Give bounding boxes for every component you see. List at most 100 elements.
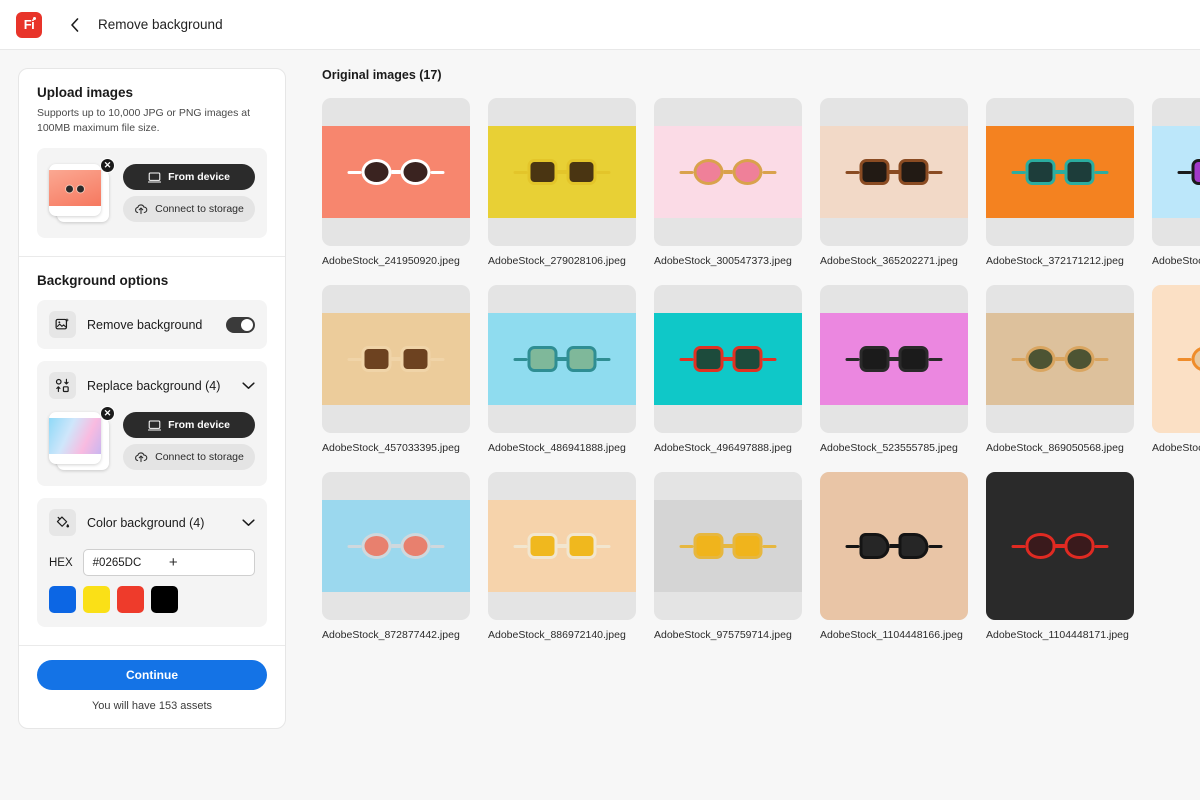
hex-input[interactable]: #0265DC + [83,549,255,576]
image-photo [1152,126,1200,218]
image-thumbnail[interactable] [1152,98,1200,246]
color-swatch-0[interactable] [49,586,76,613]
thumbnail-preview [49,170,101,206]
image-filename: AdobeStock_457033395.jpeg [322,442,470,454]
continue-button[interactable]: Continue [37,660,267,690]
remove-background-row[interactable]: Remove background [37,300,267,349]
monitor-icon [148,172,161,183]
image-filename: AdobeStock_872877442.jpeg [322,629,470,641]
sunglasses-illustration [680,533,777,559]
image-cell: AdobeStock_886972140.jpeg [488,472,636,641]
background-options-title: Background options [37,273,267,288]
replace-background-chevron[interactable] [242,377,255,395]
image-photo [654,313,802,405]
from-device-button[interactable]: From device [123,164,255,190]
sunglasses-illustration [1012,533,1109,559]
image-filename: AdobeStock_300547373.jpeg [654,255,802,267]
image-cell: AdobeStock_457033395.jpeg [322,285,470,454]
replace-background-label: Replace background (4) [87,379,231,393]
image-thumbnail[interactable] [820,472,968,620]
uploaded-image-thumbnail[interactable]: ✕ [49,162,111,224]
firefly-logo-text: Fi [24,17,35,32]
image-photo [322,313,470,405]
image-thumbnail[interactable] [654,98,802,246]
image-filename: AdobeStock_393437654.jpeg [1152,255,1200,267]
image-thumbnail[interactable] [820,98,968,246]
image-thumbnail[interactable] [986,472,1134,620]
image-filename: AdobeStock_871234567.jpeg [1152,442,1200,454]
image-thumbnail[interactable] [322,98,470,246]
replacement-preview [49,418,101,454]
replace-background-option: Replace background (4) ✕ [37,361,267,486]
image-sparkle-icon [49,311,76,338]
image-thumbnail[interactable] [1152,285,1200,433]
image-cell: AdobeStock_372171212.jpeg [986,98,1134,267]
remove-background-toggle[interactable] [226,317,255,333]
image-thumbnail[interactable] [654,285,802,433]
color-background-option: Color background (4) HEX #0265DC + [37,498,267,627]
remove-background-option: Remove background [37,300,267,349]
color-background-chevron[interactable] [242,514,255,532]
upload-images-subtitle: Supports up to 10,000 JPG or PNG images … [37,106,267,136]
back-button[interactable] [64,15,84,35]
image-thumbnail[interactable] [986,98,1134,246]
replacement-image-thumbnail[interactable]: ✕ [49,410,111,472]
page-title: Remove background [98,17,223,32]
image-filename: AdobeStock_523555785.jpeg [820,442,968,454]
top-bar: Fi Remove background [0,0,1200,50]
connect-to-storage-button[interactable]: Connect to storage [123,196,255,222]
image-photo [488,126,636,218]
sunglasses-illustration [514,346,611,372]
image-thumbnail[interactable] [488,285,636,433]
sunglasses-illustration [846,346,943,372]
image-thumbnail[interactable] [986,285,1134,433]
add-color-button[interactable]: + [169,555,245,570]
color-swatch-2[interactable] [117,586,144,613]
image-photo [654,126,802,218]
upload-drop-zone[interactable]: ✕ From device [37,148,267,238]
replace-from-device-button[interactable]: From device [123,412,255,438]
upload-buttons: From device Connect to storage [123,164,255,222]
image-cell: AdobeStock_300547373.jpeg [654,98,802,267]
sunglasses-illustration [680,159,777,185]
sidebar: Upload images Supports up to 10,000 JPG … [18,68,286,729]
image-filename: AdobeStock_1104448171.jpeg [986,629,1134,641]
sunglasses-illustration [348,159,445,185]
image-thumbnail[interactable] [322,285,470,433]
background-options-panel: Background options Remove background [19,256,285,645]
connect-to-storage-label: Connect to storage [155,203,244,215]
image-thumbnail[interactable] [322,472,470,620]
replace-background-row[interactable]: Replace background (4) [37,361,267,410]
image-photo [488,500,636,592]
sunglasses-illustration [1178,346,1200,372]
color-swatch-1[interactable] [83,586,110,613]
image-filename: AdobeStock_869050568.jpeg [986,442,1134,454]
paint-bucket-icon [49,509,76,536]
upload-images-title: Upload images [37,85,267,100]
image-filename: AdobeStock_372171212.jpeg [986,255,1134,267]
color-background-row[interactable]: Color background (4) [37,498,267,547]
image-photo [820,313,968,405]
image-filename: AdobeStock_365202271.jpeg [820,255,968,267]
remove-upload-icon[interactable]: ✕ [100,158,115,173]
gallery-panel: Original images (17) AdobeStock_24195092… [286,50,1200,800]
image-thumbnail[interactable] [820,285,968,433]
sunglasses-illustration [1012,159,1109,185]
image-cell: AdobeStock_975759714.jpeg [654,472,802,641]
firefly-logo[interactable]: Fi [16,12,42,38]
image-thumbnail[interactable] [654,472,802,620]
image-photo [986,313,1134,405]
color-swatch-3[interactable] [151,586,178,613]
replace-connect-to-storage-button[interactable]: Connect to storage [123,444,255,470]
image-thumbnail[interactable] [488,472,636,620]
remove-replacement-icon[interactable]: ✕ [100,406,115,421]
image-cell: AdobeStock_1104448166.jpeg [820,472,968,641]
hex-input-value: #0265DC [93,557,169,569]
image-photo [820,126,968,218]
image-photo [322,126,470,218]
image-filename: AdobeStock_241950920.jpeg [322,255,470,267]
image-cell: AdobeStock_486941888.jpeg [488,285,636,454]
image-thumbnail[interactable] [488,98,636,246]
gallery-title: Original images (17) [322,68,1200,82]
image-photo [986,472,1134,620]
